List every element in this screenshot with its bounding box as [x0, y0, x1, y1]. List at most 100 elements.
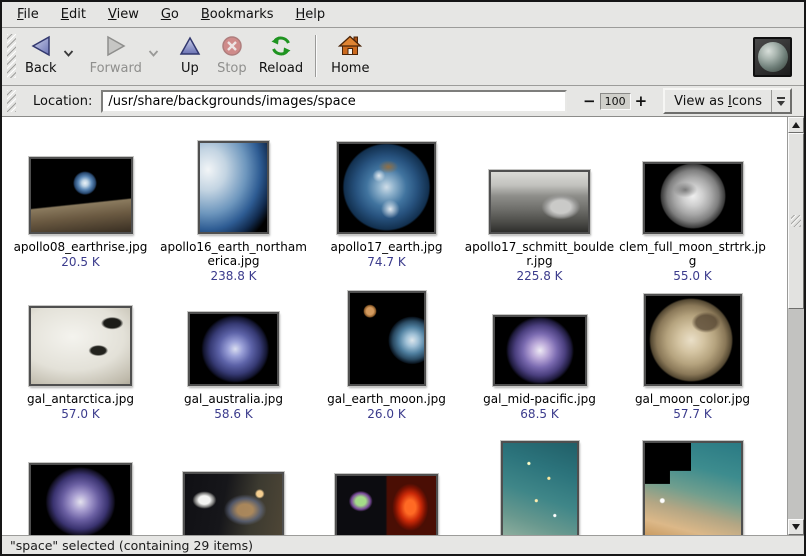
- file-item[interactable]: gal_earth_moon.jpg26.0 K: [310, 289, 463, 441]
- reload-button[interactable]: Reload: [253, 32, 309, 76]
- file-manager-window: File Edit View Go Bookmarks Help Back Fo…: [0, 0, 806, 556]
- scroll-up-button[interactable]: [788, 117, 804, 133]
- stop-button[interactable]: Stop: [211, 32, 253, 76]
- file-thumbnail-earth-full[interactable]: [337, 142, 436, 234]
- file-size: 20.5 K: [61, 255, 99, 269]
- file-item[interactable]: [157, 441, 310, 535]
- file-thumbnail-nebula-pair[interactable]: [335, 474, 438, 535]
- file-item[interactable]: clem_full_moon_strtrk.jpg55.0 K: [616, 137, 769, 289]
- menu-help[interactable]: Help: [285, 4, 337, 25]
- file-item[interactable]: [4, 441, 157, 535]
- file-thumbnail-earth-crescent[interactable]: [198, 141, 269, 234]
- status-text: "space" selected (containing 29 items): [10, 538, 253, 553]
- zoom-level-indicator: 100: [600, 93, 631, 110]
- scrollbar-grip-icon: [791, 215, 801, 227]
- reload-label: Reload: [259, 61, 303, 76]
- file-item[interactable]: [310, 441, 463, 535]
- throbber: [753, 37, 792, 77]
- file-thumbnail-earth-moon[interactable]: [348, 291, 426, 386]
- stop-icon: [220, 34, 244, 58]
- view-mode-dropdown[interactable]: View as Icons: [663, 88, 792, 114]
- file-item[interactable]: apollo17_schmitt_boulder.jpg225.8 K: [463, 137, 616, 289]
- file-item[interactable]: gal_antarctica.jpg57.0 K: [4, 289, 157, 441]
- toolbar-separator: [315, 35, 317, 77]
- zoom-out-button[interactable]: −: [579, 92, 600, 110]
- file-item[interactable]: apollo16_earth_northamerica.jpg238.8 K: [157, 137, 310, 289]
- location-bar-drag-handle[interactable]: [7, 90, 16, 112]
- scroll-down-arrow-icon: [792, 524, 800, 530]
- file-size: 74.7 K: [367, 255, 405, 269]
- file-thumbnail-galaxies[interactable]: [183, 472, 284, 535]
- file-name: clem_full_moon_strtrk.jpg: [618, 240, 768, 268]
- file-name: gal_moon_color.jpg: [635, 392, 750, 406]
- home-button[interactable]: Home: [325, 32, 375, 76]
- chevron-down-icon: [148, 42, 159, 61]
- file-thumbnail-moon-color[interactable]: [644, 294, 742, 386]
- file-item[interactable]: apollo08_earthrise.jpg20.5 K: [4, 137, 157, 289]
- scroll-down-button[interactable]: [788, 519, 804, 535]
- forward-arrow-icon: [104, 34, 128, 58]
- forward-history-dropdown[interactable]: [148, 38, 159, 64]
- toolbar-drag-handle[interactable]: [7, 34, 16, 78]
- reload-icon: [269, 34, 293, 58]
- file-name: gal_earth_moon.jpg: [327, 392, 446, 406]
- file-thumbnail-antarctica[interactable]: [29, 306, 132, 386]
- zoom-in-button[interactable]: +: [631, 92, 652, 110]
- file-size: 57.0 K: [61, 407, 99, 421]
- scrollbar-thumb[interactable]: [788, 133, 804, 309]
- file-item[interactable]: [463, 441, 616, 535]
- file-item[interactable]: gal_australia.jpg58.6 K: [157, 289, 310, 441]
- file-item[interactable]: [616, 441, 769, 535]
- menu-bookmarks[interactable]: Bookmarks: [190, 4, 285, 25]
- scrollbar-track[interactable]: [788, 133, 804, 519]
- file-size: 58.6 K: [214, 407, 252, 421]
- forward-button[interactable]: Forward: [84, 32, 148, 76]
- file-name: apollo17_earth.jpg: [331, 240, 443, 254]
- file-thumbnail-earth-purple[interactable]: [493, 315, 587, 386]
- file-size: 68.5 K: [520, 407, 558, 421]
- file-thumbnail-moonscape[interactable]: [489, 170, 590, 234]
- file-size: 57.7 K: [673, 407, 711, 421]
- file-size: 55.0 K: [673, 269, 711, 283]
- back-button[interactable]: Back: [19, 32, 63, 76]
- file-name: gal_mid-pacific.jpg: [483, 392, 596, 406]
- toolbar: Back Forward Up Stop: [2, 28, 804, 86]
- file-thumbnail-nebula-teal[interactable]: [501, 441, 579, 535]
- up-label: Up: [181, 61, 199, 76]
- file-item[interactable]: apollo17_earth.jpg74.7 K: [310, 137, 463, 289]
- file-thumbnail-earth-dark[interactable]: [188, 312, 279, 386]
- file-item[interactable]: gal_mid-pacific.jpg68.5 K: [463, 289, 616, 441]
- location-label: Location:: [33, 94, 92, 109]
- file-thumbnail-earthrise[interactable]: [29, 157, 133, 234]
- up-arrow-icon: [178, 34, 202, 58]
- gray-globe-icon: [758, 42, 788, 72]
- file-name: apollo17_schmitt_boulder.jpg: [465, 240, 615, 268]
- location-input[interactable]: [101, 90, 567, 113]
- back-label: Back: [25, 61, 57, 76]
- vertical-scrollbar[interactable]: [787, 117, 804, 535]
- home-label: Home: [331, 61, 369, 76]
- back-history-dropdown[interactable]: [63, 38, 74, 64]
- file-size: 225.8 K: [516, 269, 562, 283]
- file-name: gal_australia.jpg: [184, 392, 283, 406]
- file-name: apollo16_earth_northamerica.jpg: [159, 240, 309, 268]
- status-bar: "space" selected (containing 29 items): [2, 535, 804, 554]
- menu-file[interactable]: File: [6, 4, 50, 25]
- location-bar: Location: − 100 + View as Icons: [2, 86, 804, 117]
- file-name: gal_antarctica.jpg: [27, 392, 134, 406]
- scroll-up-arrow-icon: [792, 122, 800, 128]
- view-mode-label: View as Icons: [674, 94, 762, 109]
- file-thumbnail-nebula-orion[interactable]: [643, 441, 743, 535]
- file-thumbnail-moon-gray[interactable]: [643, 162, 743, 234]
- file-item[interactable]: gal_moon_color.jpg57.7 K: [616, 289, 769, 441]
- back-arrow-icon: [29, 34, 53, 58]
- menu-view[interactable]: View: [97, 4, 150, 25]
- home-icon: [337, 34, 363, 58]
- file-thumbnail-earth-dark2[interactable]: [29, 463, 132, 535]
- menu-edit[interactable]: Edit: [50, 4, 97, 25]
- up-button[interactable]: Up: [169, 32, 211, 76]
- chevron-down-icon: [63, 42, 74, 61]
- icon-grid: apollo08_earthrise.jpg20.5 Kapollo16_ear…: [2, 117, 787, 535]
- file-size: 238.8 K: [210, 269, 256, 283]
- menu-go[interactable]: Go: [150, 4, 190, 25]
